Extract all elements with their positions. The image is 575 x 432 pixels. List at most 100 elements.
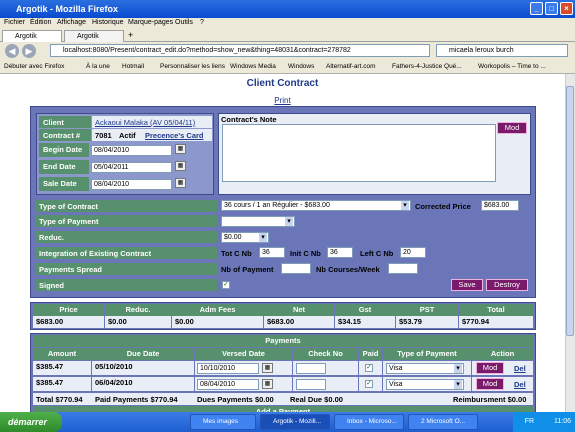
search-input[interactable]: micaela leroux burch (436, 44, 568, 57)
signed-checkbox[interactable]: ✓ (222, 281, 230, 289)
menu-view[interactable]: Affichage (57, 19, 86, 26)
calendar-icon[interactable]: ▦ (175, 178, 186, 188)
taskbar-item[interactable]: Mes images (190, 414, 256, 430)
nb-courses-week-input[interactable] (388, 263, 418, 274)
note-mod-button[interactable]: Mod (497, 122, 527, 134)
totals-header: Adm Fees (172, 304, 263, 316)
scrollbar-thumb[interactable] (566, 86, 574, 336)
paid-checkbox[interactable]: ✓ (365, 380, 373, 388)
calendar-icon[interactable]: ▦ (175, 161, 186, 171)
init-c-nb-input[interactable]: 36 (327, 247, 353, 258)
sale-date-input[interactable]: 08/04/2010 (91, 179, 172, 190)
payments-header: Versed Date (195, 348, 292, 360)
window-titlebar: Argotik - Mozilla Firefox _ □ × (0, 0, 575, 18)
summary-total: Total $770.94 (36, 395, 83, 404)
totals-total: $770.94 (459, 316, 533, 328)
contract-type-select[interactable]: 36 cours / 1 an Régulier - $683.00 (221, 200, 411, 211)
note-label: Contract's Note (221, 115, 277, 124)
paid-checkbox[interactable]: ✓ (365, 364, 373, 372)
check-no-input[interactable] (296, 379, 326, 390)
payment-mod-button[interactable]: Mod (476, 378, 504, 390)
bookmark-item[interactable]: Débuter avec Firefox (4, 63, 64, 70)
tot-c-nb-label: Tot C Nb (221, 249, 252, 258)
back-icon[interactable]: ◀ (5, 44, 19, 58)
payments-header: Type of Payment (383, 348, 471, 360)
signed-label: Signed (35, 279, 217, 291)
presence-card-link[interactable]: Precence's Card (142, 129, 212, 141)
page-title: Client Contract (246, 78, 319, 89)
calendar-icon[interactable]: ▦ (262, 379, 273, 389)
tot-c-nb-input[interactable]: 36 (259, 247, 285, 258)
check-no-input[interactable] (296, 363, 326, 374)
totals-header: Price (33, 304, 104, 316)
payment-mod-button[interactable]: Mod (476, 362, 504, 374)
payment-due-date: 06/04/2010 (92, 377, 194, 391)
calendar-icon[interactable]: ▦ (175, 144, 186, 154)
payment-type-select[interactable] (221, 216, 295, 227)
payments-title: Payments (33, 335, 533, 347)
clock: 11:06 (554, 418, 571, 425)
url-input[interactable]: localhost:8080/Present/contract_edit.do?… (50, 44, 430, 57)
totals-pst: $53.79 (396, 316, 458, 328)
calendar-icon[interactable]: ▦ (262, 363, 273, 373)
payments-header: Paid (359, 348, 382, 360)
menu-edit[interactable]: Édition (30, 19, 51, 26)
language-indicator[interactable]: FR (525, 418, 534, 425)
versed-date-input[interactable]: 08/04/2010 (197, 379, 259, 390)
destroy-button[interactable]: Destroy (486, 279, 528, 291)
close-button[interactable]: × (560, 2, 573, 15)
nb-payment-input[interactable] (281, 263, 311, 274)
menu-bookmarks[interactable]: Marque-pages (128, 19, 173, 26)
bookmark-item[interactable]: Personnaliser les liens (160, 63, 225, 70)
minimize-button[interactable]: _ (530, 2, 543, 15)
save-button[interactable]: Save (451, 279, 483, 291)
bookmark-item[interactable]: Workopolis – Time to ... (478, 63, 546, 70)
bookmark-item[interactable]: Fathers-4-Justice Qué... (392, 63, 462, 70)
taskbar-item[interactable]: Argotik - Mozill... (260, 414, 330, 430)
corrected-price-input[interactable]: $683.00 (481, 200, 519, 211)
new-tab-icon[interactable]: + (128, 30, 133, 40)
contract-status: Actif (116, 129, 142, 141)
forward-icon[interactable]: ▶ (22, 44, 36, 58)
left-c-nb-input[interactable]: 20 (400, 247, 426, 258)
reduc-label: Reduc. (35, 231, 217, 243)
start-button[interactable]: démarrer (0, 412, 62, 432)
totals-reduc: $0.00 (105, 316, 171, 328)
tab-argotik-1[interactable]: Argotik (2, 30, 62, 42)
end-date-label: End Date (39, 160, 89, 174)
contract-number-label: Contract # (39, 129, 91, 141)
maximize-button[interactable]: □ (545, 2, 558, 15)
tab-argotik-2[interactable]: Argotik (64, 30, 124, 42)
menu-history[interactable]: Historique (92, 19, 124, 26)
reduc-select[interactable]: $0.00 (221, 232, 269, 243)
menu-file[interactable]: Fichier (4, 19, 25, 26)
bookmark-item[interactable]: Windows Media (230, 63, 276, 70)
begin-date-input[interactable]: 08/04/2010 (91, 145, 172, 156)
totals-header: Net (264, 304, 334, 316)
taskbar-item[interactable]: 2 Microsoft O... (408, 414, 478, 430)
versed-date-input[interactable]: 10/10/2010 (197, 363, 259, 374)
bookmark-item[interactable]: Windows (288, 63, 314, 70)
tab-strip: Argotik Argotik + (0, 29, 575, 42)
bookmark-item[interactable]: Alternatif-art.com (326, 63, 376, 70)
payment-del-link[interactable]: Del (514, 364, 526, 373)
note-textarea[interactable] (222, 124, 496, 182)
payment-amount: $385.47 (33, 361, 91, 375)
bookmark-item[interactable]: À la une (86, 63, 110, 70)
print-link[interactable]: Print (0, 96, 565, 105)
payment-del-link[interactable]: Del (514, 380, 526, 389)
menu-tools[interactable]: Outils (175, 19, 193, 26)
end-date-input[interactable]: 05/04/2011 (91, 162, 172, 173)
begin-date-label: Begin Date (39, 143, 89, 157)
summary-real-due: Real Due $0.00 (290, 395, 343, 404)
payment-type-select[interactable]: Visa (386, 379, 464, 390)
bookmark-item[interactable]: Hotmail (122, 63, 144, 70)
system-tray: FR 11:06 (513, 412, 575, 432)
type-of-payment-label: Type of Payment (35, 215, 217, 227)
sale-date-label: Sale Date (39, 177, 89, 191)
payment-type-select[interactable]: Visa (386, 363, 464, 374)
taskbar-item[interactable]: Inbox - Microso... (334, 414, 404, 430)
menu-help[interactable]: ? (200, 19, 204, 26)
client-link[interactable]: Ackaoui Malaka (AV 05/04/11) (92, 116, 212, 128)
type-of-contract-label: Type of Contract (35, 200, 217, 212)
